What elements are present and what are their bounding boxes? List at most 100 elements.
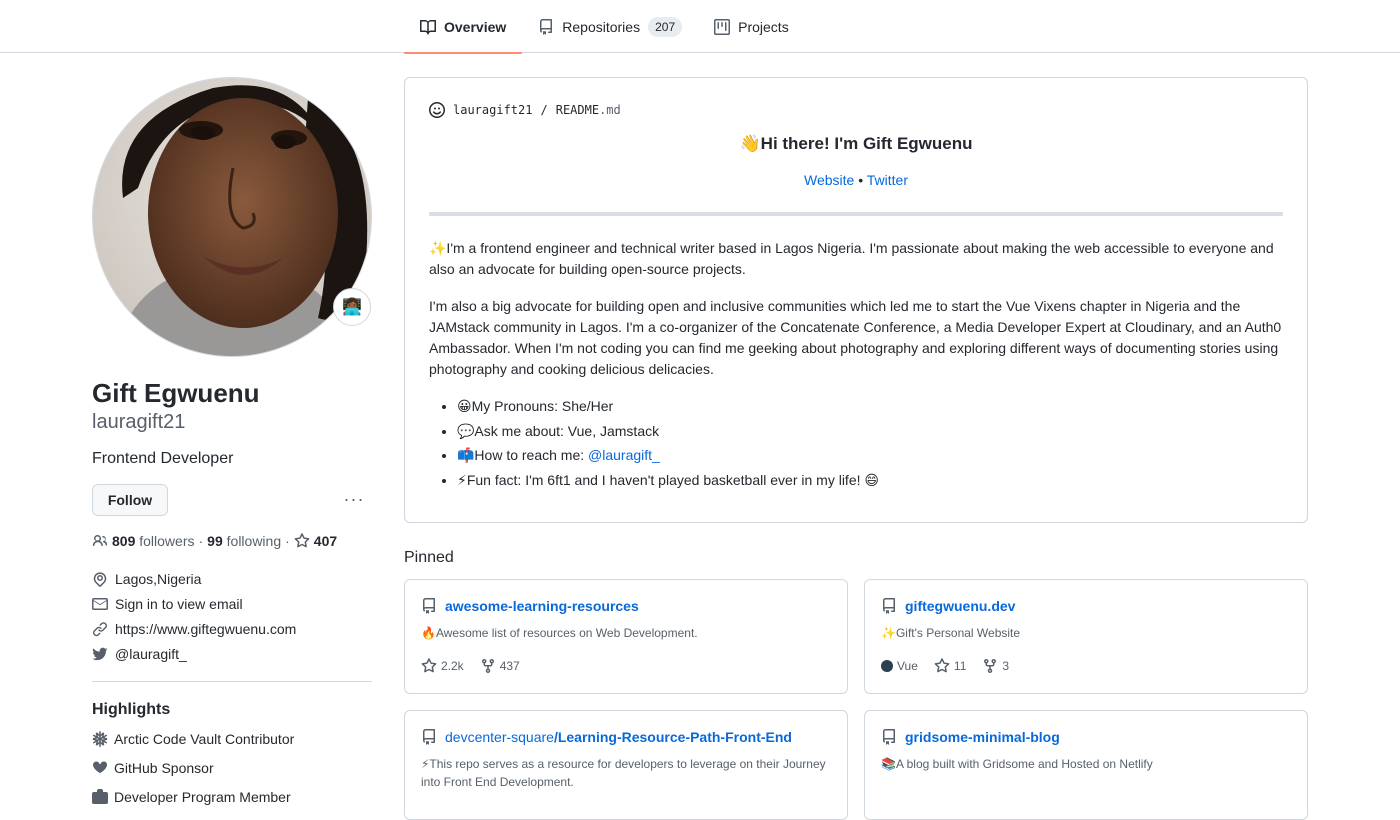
highlights-list: Arctic Code Vault Contributor GitHub Spo… xyxy=(92,725,372,812)
readme-greeting: 👋Hi there! I'm Gift Egwuenu xyxy=(739,134,973,153)
highlight-label: Developer Program Member xyxy=(114,789,291,805)
pinned-repo-title: devcenter-square/Learning-Resource-Path-… xyxy=(421,729,831,745)
repo-language: Vue xyxy=(881,659,918,673)
stars-link[interactable]: 407 xyxy=(314,533,337,549)
following-link[interactable]: 99 following xyxy=(207,533,281,549)
repo-stars[interactable]: 11 xyxy=(934,658,966,674)
status-emoji: 👩🏾‍💻 xyxy=(342,299,362,316)
people-icon xyxy=(92,534,108,546)
highlight-label: GitHub Sponsor xyxy=(114,760,214,776)
project-icon xyxy=(714,18,731,35)
readme-links: Website • Twitter xyxy=(429,172,1283,188)
repo-description: ⚡This repo serves as a resource for deve… xyxy=(421,757,826,789)
forks-count: 3 xyxy=(1002,659,1010,673)
list-item: 💬Ask me about: Vue, Jamstack xyxy=(457,419,1283,444)
repo-forks[interactable]: 3 xyxy=(982,658,1009,674)
repo-icon xyxy=(540,18,553,35)
twitter-link[interactable]: Twitter xyxy=(867,172,908,188)
location-icon xyxy=(93,572,107,587)
readme-header: lauragift21 / README.md xyxy=(429,102,1283,118)
star-icon xyxy=(294,532,310,547)
highlight-item[interactable]: GitHub Sponsor xyxy=(92,754,372,783)
repo-icon xyxy=(423,598,435,614)
pinned-repo-title: awesome-learning-resources xyxy=(421,598,831,614)
pinned-repo-card: devcenter-square/Learning-Resource-Path-… xyxy=(404,710,848,820)
highlights-heading: Highlights xyxy=(92,700,171,718)
highlight-item[interactable]: Arctic Code Vault Contributor xyxy=(92,725,372,754)
readme-path-separator: / xyxy=(540,103,548,117)
website-item: https://www.giftegwuenu.com xyxy=(92,617,372,642)
repo-name-link[interactable]: giftegwuenu.dev xyxy=(905,598,1015,614)
follow-stats: 809 followers · 99 following · 407 xyxy=(92,533,372,549)
repo-name-link[interactable]: gridsome-minimal-blog xyxy=(905,729,1060,745)
following-label: following xyxy=(226,532,282,549)
repo-icon xyxy=(883,729,895,745)
pinned-heading: Pinned xyxy=(404,549,454,566)
sign-in-email-link[interactable]: Sign in to view email xyxy=(115,596,243,612)
location-item: Lagos,Nigeria xyxy=(92,567,372,592)
stats-separator: · xyxy=(285,532,290,549)
star-icon xyxy=(934,658,950,673)
pinned-repo-title: gridsome-minimal-blog xyxy=(881,729,1291,745)
repo-name: Learning-Resource-Path-Front-End xyxy=(557,729,792,745)
smiley-icon xyxy=(429,102,445,118)
profile-full-name: Gift Egwuenu xyxy=(92,378,260,408)
snowflake-icon xyxy=(92,731,108,747)
followers-count: 809 xyxy=(112,532,136,549)
stars-count: 11 xyxy=(953,659,967,673)
tab-repositories[interactable]: Repositories 207 xyxy=(522,0,698,53)
status-emoji-button[interactable]: 👩🏾‍💻 xyxy=(333,288,371,326)
profile-tab-nav: Overview Repositories 207 Projects xyxy=(0,0,1400,54)
tab-overview[interactable]: Overview xyxy=(404,0,523,54)
list-item: ⚡Fun fact: I'm 6ft1 and I haven't played… xyxy=(457,468,1283,493)
pinned-repo-card: giftegwuenu.dev ✨Gift's Personal Website… xyxy=(864,579,1308,694)
repo-forks[interactable]: 437 xyxy=(480,658,520,674)
repo-name-link[interactable]: devcenter-square/Learning-Resource-Path-… xyxy=(445,729,792,745)
twitter-icon xyxy=(92,647,108,661)
forks-count: 437 xyxy=(499,659,520,673)
website-link[interactable]: https://www.giftegwuenu.com xyxy=(115,621,296,637)
repo-description: ✨Gift's Personal Website xyxy=(881,626,1021,640)
twitter-handle-link[interactable]: @lauragift_ xyxy=(588,447,660,463)
tabs: Overview Repositories 207 Projects xyxy=(404,0,805,54)
tab-projects[interactable]: Projects xyxy=(698,0,805,53)
repo-description: 🔥Awesome list of resources on Web Develo… xyxy=(421,626,698,640)
readme-file-link[interactable]: README.md xyxy=(556,103,621,117)
profile-details: Lagos,Nigeria Sign in to view email http… xyxy=(92,567,372,667)
profile-bio: Frontend Developer xyxy=(92,449,234,467)
email-item: Sign in to view email xyxy=(92,592,372,617)
avatar-photo xyxy=(93,78,371,356)
more-options-button[interactable]: ··· xyxy=(342,488,366,512)
readme-extension: .md xyxy=(599,103,621,117)
star-icon xyxy=(421,658,437,673)
fork-icon xyxy=(984,658,997,674)
readme-community-paragraph: I'm also a big advocate for building ope… xyxy=(429,298,1282,377)
followers-label: followers xyxy=(139,532,195,549)
readme-divider xyxy=(429,212,1283,216)
repo-name-link[interactable]: awesome-learning-resources xyxy=(445,598,639,614)
location-text: Lagos,Nigeria xyxy=(115,571,202,587)
stars-count: 2.2k xyxy=(441,659,464,673)
repo-description: 📚A blog built with Gridsome and Hosted o… xyxy=(881,757,1153,771)
twitter-link[interactable]: @lauragift_ xyxy=(115,646,187,662)
heart-icon xyxy=(93,761,107,775)
mail-icon xyxy=(92,598,108,610)
followers-link[interactable]: 809 followers xyxy=(112,533,195,549)
repo-owner: devcenter-square xyxy=(445,729,554,745)
repo-meta: 2.2k 437 xyxy=(421,658,831,674)
twitter-item: @lauragift_ xyxy=(92,642,372,667)
stars-count: 407 xyxy=(313,532,338,549)
pinned-repo-card: awesome-learning-resources 🔥Awesome list… xyxy=(404,579,848,694)
repo-stars[interactable]: 2.2k xyxy=(421,658,464,674)
language-color-dot xyxy=(881,660,893,672)
highlight-item[interactable]: Developer Program Member xyxy=(92,783,372,812)
following-count: 99 xyxy=(207,532,223,549)
tab-label: Projects xyxy=(738,18,789,35)
pinned-repo-title: giftegwuenu.dev xyxy=(881,598,1291,614)
readme-owner-link[interactable]: lauragift21 xyxy=(453,103,532,117)
repo-icon xyxy=(883,598,895,614)
tab-label: Overview xyxy=(444,18,507,35)
website-link[interactable]: Website xyxy=(804,172,854,188)
follow-button[interactable]: Follow xyxy=(92,483,168,516)
avatar[interactable] xyxy=(92,77,372,357)
